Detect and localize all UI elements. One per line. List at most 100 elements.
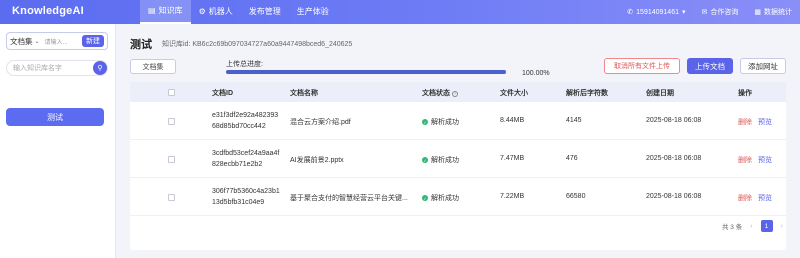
nav-label: 机器人 [208, 7, 233, 16]
doc-chars: 66580 [566, 193, 586, 200]
upload-progress-label: 上传总进度: [226, 61, 263, 68]
sidebar: 文档集 ⌄ 请输入... 新建 输入知识库名字 ⚲ 测试 [0, 24, 116, 258]
doc-name: 基于聚合支付的智慧经营云平台关键... [290, 195, 408, 202]
check-circle-icon: ✓ [422, 119, 428, 125]
main-content: 测试 知识库id: KB6c2c69b097034727a60a9447498b… [116, 24, 800, 258]
add-url-button[interactable]: 添加网址 [740, 58, 786, 74]
doc-status: ✓ 解析成功 [422, 155, 459, 165]
row-checkbox[interactable] [168, 194, 175, 201]
chart-icon: ▦ [754, 9, 761, 16]
docset-button[interactable]: 文档集 [130, 59, 176, 74]
nav-knowledge-base[interactable]: ▤ 知识库 [140, 0, 191, 24]
top-bar: KnowledgeAI ▤ 知识库 ⚙ 机器人 发布管理 生产体验 ✆ 1591… [0, 0, 800, 24]
upload-progress-fill [226, 70, 506, 74]
chevron-right-icon[interactable]: › [781, 223, 783, 230]
doc-id-line1: 3cdfbd53cef24a9aa4f [212, 150, 280, 157]
nav-publish[interactable]: 发布管理 [241, 0, 289, 24]
doc-id: 306f77b5360c4a23b1 13d5bfb31c04e9 [212, 186, 280, 208]
doc-status-label: 解析成功 [431, 119, 459, 126]
help-icon[interactable]: ? [452, 90, 458, 97]
caret-down-icon: ▾ [681, 9, 686, 16]
preview-link[interactable]: 预览 [758, 117, 772, 127]
preview-link[interactable]: 预览 [758, 155, 772, 165]
nav-label: 发布管理 [248, 7, 281, 16]
table-row: 306f77b5360c4a23b1 13d5bfb31c04e9 基于聚合支付的… [130, 178, 786, 216]
doc-size: 7.47MB [500, 155, 525, 162]
nav-production[interactable]: 生产体验 [289, 0, 337, 24]
stats-label: 数据统计 [764, 9, 792, 16]
row-actions: 删除 预览 [738, 117, 772, 127]
document-table: 文档ID 文档名称 文档状态? 文件大小 解析后字符数 创建日期 操作 e31f… [130, 82, 786, 250]
upload-progress-percent: 100.00% [522, 70, 550, 77]
doc-chars: 476 [566, 155, 578, 162]
top-right-menu: ✆ 15914091461 ▾ ✉ 合作咨询 ▦ 数据统计 [627, 0, 792, 24]
cooperate-label: 合作咨询 [710, 9, 739, 16]
main-nav: ▤ 知识库 ⚙ 机器人 发布管理 生产体验 [140, 0, 337, 24]
doc-size: 8.44MB [500, 117, 525, 124]
doc-date: 2025-08-18 06:08 [646, 155, 702, 162]
doc-date: 2025-08-18 06:08 [646, 193, 702, 200]
select-all-checkbox[interactable] [168, 89, 175, 96]
col-doc-status: 文档状态? [422, 88, 458, 98]
new-kb-name-input[interactable]: 请输入... [45, 37, 80, 46]
col-doc-id: 文档ID [212, 90, 233, 97]
upload-progress-bar [226, 70, 506, 74]
kb-search: 输入知识库名字 ⚲ [6, 60, 108, 76]
kb-type-select[interactable]: 文档集 [10, 36, 33, 47]
row-checkbox[interactable] [168, 118, 175, 125]
user-menu[interactable]: ✆ 15914091461 ▾ [627, 8, 686, 17]
upload-document-button[interactable]: 上传文档 [687, 58, 733, 74]
brand-logo[interactable]: KnowledgeAI [12, 5, 84, 17]
nav-label: 生产体验 [296, 7, 329, 16]
doc-size: 7.22MB [500, 193, 525, 200]
row-checkbox[interactable] [168, 156, 175, 163]
doc-id-line1: 306f77b5360c4a23b1 [212, 188, 280, 195]
pagination: 共 3 条 ‹ 1 › [722, 220, 783, 232]
doc-status: ✓ 解析成功 [422, 117, 459, 127]
delete-link[interactable]: 删除 [738, 117, 752, 127]
preview-link[interactable]: 预览 [758, 193, 772, 203]
page-number[interactable]: 1 [760, 220, 773, 232]
col-actions: 操作 [738, 90, 752, 97]
book-icon: ▤ [148, 6, 156, 15]
nav-label: 知识库 [158, 6, 183, 15]
cooperate-link[interactable]: ✉ 合作咨询 [702, 7, 739, 17]
doc-status: ✓ 解析成功 [422, 193, 459, 203]
delete-link[interactable]: 删除 [738, 155, 752, 165]
chevron-left-icon[interactable]: ‹ [750, 223, 752, 230]
user-phone: 15914091461 [636, 8, 679, 16]
col-doc-status-label: 文档状态 [422, 90, 450, 97]
doc-chars: 4145 [566, 117, 582, 124]
check-circle-icon: ✓ [422, 157, 428, 163]
col-char-count: 解析后字符数 [566, 90, 608, 97]
search-icon[interactable]: ⚲ [93, 61, 107, 75]
table-row: 3cdfbd53cef24a9aa4f 828ecbb71e2b2 AI发展前景2… [130, 140, 786, 178]
col-doc-name: 文档名称 [290, 90, 318, 97]
doc-date: 2025-08-18 06:08 [646, 117, 702, 124]
col-created-date: 创建日期 [646, 90, 674, 97]
new-kb-button[interactable]: 新建 [82, 35, 104, 47]
row-actions: 删除 预览 [738, 193, 772, 203]
doc-id-line2: 68d85bd70cc442 [212, 123, 266, 130]
kb-type-select-group: 文档集 ⌄ 请输入... 新建 [6, 32, 108, 50]
pagination-total: 共 3 条 [722, 224, 743, 231]
nav-robot[interactable]: ⚙ 机器人 [191, 0, 241, 24]
delete-link[interactable]: 删除 [738, 193, 752, 203]
sidebar-item-test[interactable]: 测试 [6, 108, 104, 126]
cancel-all-uploads-button[interactable]: 取消所有文件上传 [604, 58, 680, 74]
doc-id-line2: 828ecbb71e2b2 [212, 161, 263, 168]
kb-search-input[interactable]: 输入知识库名字 [13, 63, 93, 73]
doc-id-line2: 13d5bfb31c04e9 [212, 199, 265, 206]
phone-icon: ✆ [627, 9, 634, 16]
row-actions: 删除 预览 [738, 155, 772, 165]
mail-icon: ✉ [701, 9, 708, 16]
robot-icon: ⚙ [198, 7, 206, 16]
doc-name: 混合云方案介绍.pdf [290, 119, 351, 126]
doc-id-line1: e31f3df2e92a482393 [212, 112, 279, 119]
chevron-down-icon[interactable]: ⌄ [35, 38, 40, 45]
table-row: e31f3df2e92a482393 68d85bd70cc442 混合云方案介绍… [130, 102, 786, 140]
doc-id: 3cdfbd53cef24a9aa4f 828ecbb71e2b2 [212, 148, 279, 170]
kb-id-text: 知识库id: KB6c2c69b097034727a60a9447498bced… [162, 41, 353, 48]
stats-link[interactable]: ▦ 数据统计 [754, 7, 792, 17]
table-header: 文档ID 文档名称 文档状态? 文件大小 解析后字符数 创建日期 操作 [130, 82, 786, 102]
